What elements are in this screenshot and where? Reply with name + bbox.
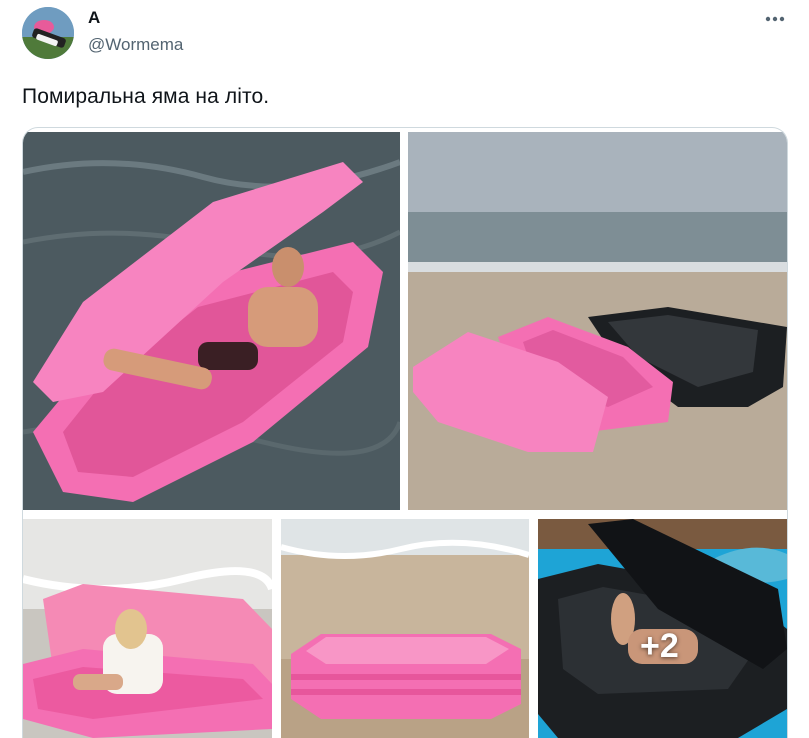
author-handle[interactable]: @Wormema [88, 35, 183, 55]
photo-woman-in-pink-coffin[interactable] [23, 519, 272, 738]
more-options-button[interactable] [762, 8, 788, 30]
user-avatar-photo-icon [22, 7, 74, 59]
photo-man-in-pink-coffin-float[interactable] [23, 132, 400, 510]
more-options-icon [765, 16, 785, 22]
avatar[interactable] [22, 7, 74, 59]
photo-black-coffin-in-pool[interactable]: +2 [538, 519, 787, 738]
more-photos-count: +2 [640, 627, 679, 665]
photo-pink-coffin-on-sand[interactable] [281, 519, 529, 738]
photo-pink-and-black-coffins-on-beach[interactable] [408, 132, 787, 510]
author-display-name[interactable]: A [88, 8, 100, 28]
tweet-text: Помиральна яма на літо. [22, 85, 270, 108]
media-grid: +2 [22, 127, 788, 738]
